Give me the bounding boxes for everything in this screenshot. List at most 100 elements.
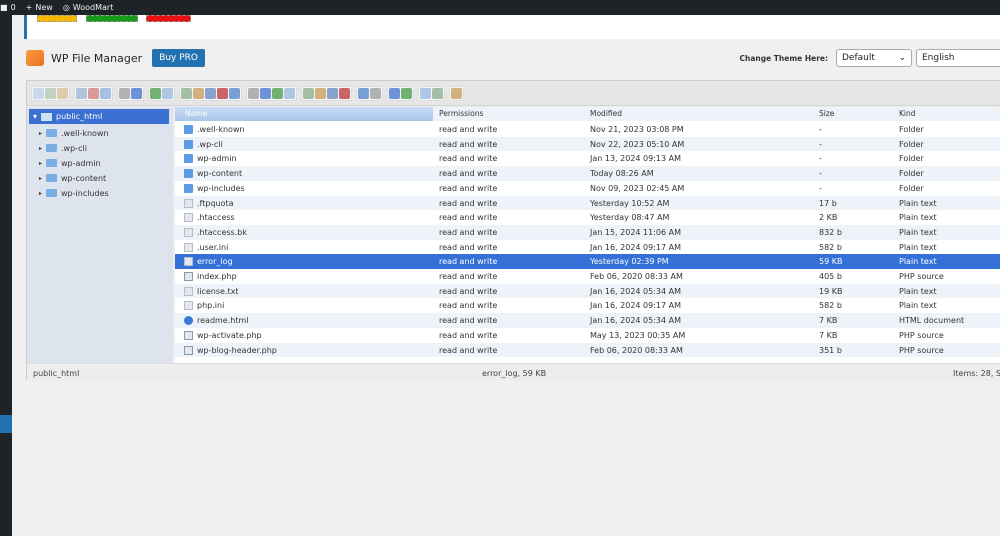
tree-item[interactable]: ▸ wp-admin [39,156,101,170]
file-modified: Jan 16, 2024 09:17 AM [590,301,682,311]
toolbar-button-icon[interactable] [181,87,192,99]
toolbar-button-icon[interactable] [432,87,443,99]
file-list: Name Permissions Modified Size Kind .wel… [175,107,1000,363]
folder-icon [46,129,58,137]
table-row[interactable]: index.php read and write Feb 06, 2020 08:3… [175,269,1000,284]
file-kind: Plain text [899,227,937,237]
toolbar-button-icon[interactable] [339,87,350,99]
column-permissions[interactable]: Permissions [439,109,483,118]
table-row[interactable]: readme.html read and write Jan 16, 2024 05… [175,313,1000,328]
comments-link[interactable]: ■ 0 [0,3,16,12]
toolbar-button-icon[interactable] [248,87,259,99]
table-row[interactable]: wp-blog-header.php read and write Feb 06, … [175,342,1000,358]
caret-right-icon: ▸ [39,159,43,167]
toolbar-button-icon[interactable] [260,87,271,99]
toolbar-button-icon[interactable] [284,87,295,99]
toolbar-group [387,85,414,101]
table-row[interactable]: wp-includes read and write Nov 09, 2023 02… [175,181,1000,196]
toolbar-button-icon[interactable] [358,87,369,99]
toolbar-button-icon[interactable] [100,87,111,99]
toolbar-button-icon[interactable] [401,87,412,99]
toolbar-button-icon[interactable] [272,87,283,99]
toolbar-button-icon[interactable] [193,87,204,99]
toolbar-button-icon[interactable] [327,87,338,99]
table-row[interactable]: .htaccess read and write Yesterday 08:47 A… [175,210,1000,225]
file-size: 582 b [819,301,842,311]
toolbar-button-icon[interactable] [205,87,216,99]
file-modified: Jan 16, 2024 09:17 AM [590,242,682,252]
tree-item[interactable]: ▸ wp-content [39,171,106,185]
folder-icon [184,169,193,179]
file-modified: Nov 21, 2023 03:08 PM [590,125,684,134]
file-size: 59 KB [819,257,843,267]
tree-item[interactable]: ▸ .well-known [39,126,109,140]
theme-label: Change Theme Here: [739,53,828,63]
file-name: .ftpquota [197,198,234,208]
table-row[interactable]: license.txt read and write Jan 16, 2024 05… [175,283,1000,299]
caret-right-icon: ▸ [39,189,43,197]
file-permissions: read and write [439,330,498,340]
toolbar-button-icon[interactable] [162,87,173,99]
buy-pro-button[interactable]: Buy PRO [152,49,205,67]
toolbar-button-icon[interactable] [57,87,68,99]
folder-icon [184,125,193,134]
file-modified: Nov 09, 2023 02:45 AM [590,183,685,193]
file-permissions: read and write [439,301,498,311]
site-link[interactable]: ◎ WoodMart [63,3,114,12]
toolbar-button-icon[interactable] [119,87,130,99]
toolbar-button-icon[interactable] [420,87,431,99]
column-name[interactable]: Name [175,107,433,121]
sidebar-active-item[interactable] [0,415,12,433]
language-select[interactable]: English [916,49,1000,67]
folder-tree: ▾ public_html ▸ .well-known ▸ .wp-cli ▸ wp-adm… [27,107,173,363]
column-size[interactable]: Size [819,109,834,118]
tree-item[interactable]: ▸ .wp-cli [39,141,87,155]
toolbar-button-icon[interactable] [88,87,99,99]
toolbar-button-icon[interactable] [131,87,142,99]
toolbar-button-icon[interactable] [315,87,326,99]
toolbar-group [148,85,175,101]
file-name: wp-activate.php [197,330,262,340]
notice-button-yellow[interactable] [37,15,77,22]
table-row[interactable]: .htaccess.bk read and write Jan 15, 2024 1… [175,224,1000,240]
table-row[interactable]: wp-content read and write Today 08:26 AM - F… [175,166,1000,181]
table-row[interactable]: php.ini read and write Jan 16, 2024 09:17 … [175,298,1000,313]
file-permissions: read and write [439,257,498,267]
notice-button-green[interactable] [86,15,138,22]
tree-item[interactable]: ▸ wp-includes [39,186,109,200]
notice-button-red[interactable] [146,15,191,22]
toolbar-group [74,85,113,101]
toolbar-button-icon[interactable] [451,87,462,99]
table-row[interactable]: .well-known read and write Nov 21, 2023 03… [175,122,1000,137]
toolbar-button-icon[interactable] [33,87,44,99]
new-link[interactable]: + New [26,3,53,12]
toolbar-group [301,85,352,101]
folder-icon [184,154,193,164]
file-permissions: read and write [439,169,498,179]
table-row[interactable]: .wp-cli read and write Nov 22, 2023 05:10 … [175,136,1000,152]
toolbar-button-icon[interactable] [389,87,400,99]
toolbar-button-icon[interactable] [45,87,56,99]
table-row[interactable]: .user.ini read and write Jan 16, 2024 09:1… [175,240,1000,255]
column-modified[interactable]: Modified [590,109,622,118]
file-size: 582 b [819,242,842,252]
tree-root[interactable]: ▾ public_html [29,109,169,124]
theme-select[interactable]: Default ⌄ [836,49,912,67]
text-icon [184,242,193,252]
toolbar-button-icon[interactable] [229,87,240,99]
table-row[interactable]: error_log read and write Yesterday 02:39 P… [175,254,1000,269]
toolbar-button-icon[interactable] [217,87,228,99]
file-name: wp-includes [197,183,245,193]
file-size: 7 KB [819,316,838,326]
toolbar-button-icon[interactable] [303,87,314,99]
file-name: readme.html [197,316,249,326]
toolbar-button-icon[interactable] [76,87,87,99]
table-row[interactable]: .ftpquota read and write Yesterday 10:52 A… [175,195,1000,211]
toolbar-group [117,85,144,101]
table-row[interactable]: wp-admin read and write Jan 13, 2024 09:13… [175,151,1000,166]
toolbar-button-icon[interactable] [150,87,161,99]
toolbar-button-icon[interactable] [370,87,381,99]
column-kind[interactable]: Kind [899,109,916,118]
table-row[interactable]: wp-activate.php read and write May 13, 202… [175,328,1000,343]
file-name: wp-admin [197,154,237,164]
